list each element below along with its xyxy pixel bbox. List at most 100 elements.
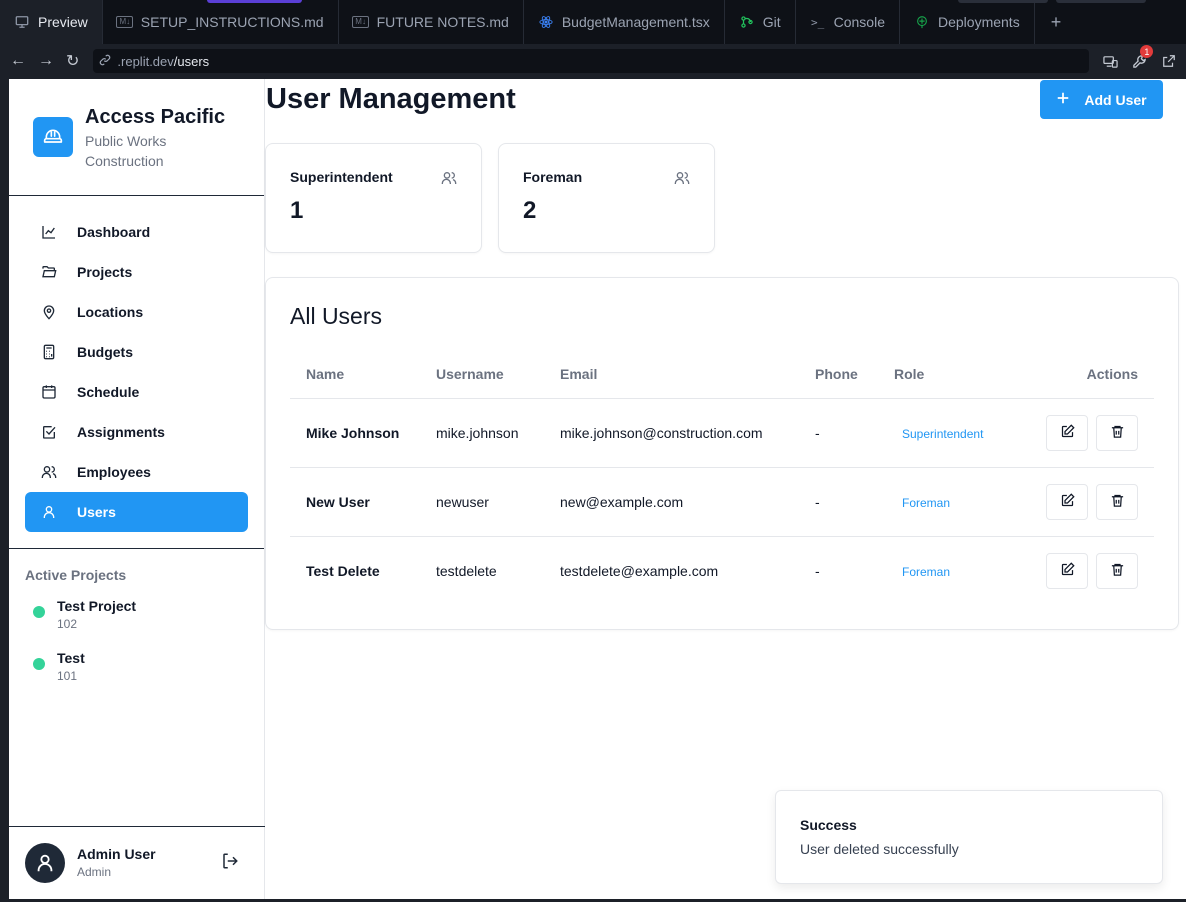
current-user-role: Admin bbox=[77, 865, 112, 879]
logout-icon[interactable] bbox=[221, 852, 239, 875]
reload-icon[interactable]: ↻ bbox=[66, 51, 79, 71]
brand-subtitle-line1: Public Works bbox=[85, 133, 167, 149]
sidebar-item-label: Dashboard bbox=[77, 224, 151, 240]
sidebar-item-locations[interactable]: Locations bbox=[25, 292, 248, 332]
user-name: Mike Johnson bbox=[290, 398, 420, 468]
sidebar-item-label: Users bbox=[77, 504, 116, 520]
column-header-email: Email bbox=[544, 350, 799, 399]
edit-icon bbox=[1060, 492, 1075, 511]
active-projects-section: Active Projects Test Project 102 Test 10… bbox=[9, 549, 264, 701]
role-badge: Foreman bbox=[902, 564, 951, 579]
stat-label: Superintendent bbox=[290, 169, 393, 185]
tab-label: SETUP_INSTRUCTIONS.md bbox=[140, 14, 324, 30]
column-header-name: Name bbox=[290, 350, 420, 399]
all-users-card: All Users Name Username Email Phone Role… bbox=[265, 277, 1179, 630]
url-host: .replit.dev bbox=[117, 53, 174, 69]
map-pin-icon bbox=[41, 304, 57, 320]
delete-button[interactable] bbox=[1096, 483, 1138, 520]
delete-button[interactable] bbox=[1096, 552, 1138, 589]
main-content: User Management Add User Superintendent … bbox=[265, 79, 1186, 899]
current-user-panel: Admin User Admin bbox=[9, 826, 265, 899]
edit-button[interactable] bbox=[1046, 552, 1088, 589]
brand-header: Access Pacific Public Works Construction bbox=[9, 79, 264, 196]
user-username: mike.johnson bbox=[420, 398, 544, 468]
folder-open-icon bbox=[41, 264, 57, 280]
user-email: new@example.com bbox=[544, 467, 799, 537]
tab-setup-instructions[interactable]: M↓ SETUP_INSTRUCTIONS.md bbox=[103, 0, 339, 44]
sidebar-item-label: Employees bbox=[77, 464, 151, 480]
column-header-role: Role bbox=[878, 350, 1008, 399]
status-dot bbox=[33, 606, 45, 618]
sidebar-item-schedule[interactable]: Schedule bbox=[25, 372, 248, 412]
sidebar-item-assignments[interactable]: Assignments bbox=[25, 412, 248, 452]
users-icon bbox=[674, 170, 690, 191]
table-row: New User newuser new@example.com - Forem… bbox=[290, 467, 1154, 537]
terminal-icon: >_ bbox=[810, 15, 825, 29]
tab-preview[interactable]: Preview bbox=[0, 0, 103, 44]
url-path: /users bbox=[173, 53, 210, 69]
sidebar-item-dashboard[interactable]: Dashboard bbox=[25, 212, 248, 252]
back-arrow-icon[interactable]: ← bbox=[10, 52, 26, 70]
trash-icon bbox=[1110, 424, 1125, 442]
brand-title: Access Pacific bbox=[85, 106, 226, 128]
current-user-name: Admin User bbox=[77, 846, 156, 862]
sidebar-item-label: Assignments bbox=[77, 424, 165, 440]
brand-subtitle-line2: Construction bbox=[85, 153, 164, 169]
tab-label: Preview bbox=[38, 14, 88, 30]
sidebar-item-employees[interactable]: Employees bbox=[25, 452, 248, 492]
tab-label: Deployments bbox=[937, 14, 1020, 30]
calendar-icon bbox=[41, 384, 57, 400]
tab-label: Git bbox=[762, 14, 781, 30]
edit-button[interactable] bbox=[1046, 483, 1088, 520]
edit-button[interactable] bbox=[1046, 414, 1088, 451]
plus-icon bbox=[1056, 91, 1070, 108]
tab-budget-management[interactable]: BudgetManagement.tsx bbox=[524, 0, 725, 44]
edit-icon bbox=[1060, 562, 1075, 580]
add-user-label: Add User bbox=[1084, 91, 1147, 108]
sidebar-item-label: Schedule bbox=[77, 384, 140, 400]
link-icon bbox=[99, 54, 111, 69]
stat-card-superintendent: Superintendent 1 bbox=[265, 143, 482, 253]
trash-icon bbox=[1110, 493, 1125, 511]
user-username: testdelete bbox=[436, 562, 497, 579]
project-name: Test bbox=[57, 650, 85, 666]
column-header-username: Username bbox=[420, 350, 544, 399]
add-user-button[interactable]: Add User bbox=[1040, 80, 1163, 119]
markdown-icon: M↓ bbox=[352, 14, 369, 30]
add-tab-button[interactable]: + bbox=[1035, 0, 1078, 44]
tab-right-decor bbox=[958, 0, 1146, 3]
tab-deployments[interactable]: Deployments bbox=[900, 0, 1035, 44]
user-phone: - bbox=[799, 467, 878, 537]
active-project-item[interactable]: Test 101 bbox=[25, 649, 248, 701]
preview-url-bar: ← → ↻ .replit.dev/users 1 bbox=[0, 44, 1186, 78]
checkbox-icon bbox=[41, 424, 57, 440]
notification-badge: 1 bbox=[1140, 45, 1154, 58]
sidebar-item-users[interactable]: Users bbox=[25, 492, 248, 532]
devices-icon[interactable] bbox=[1103, 52, 1119, 70]
stat-value: 1 bbox=[290, 197, 304, 224]
app-preview: Access Pacific Public Works Construction… bbox=[9, 79, 1186, 899]
sidebar-item-budgets[interactable]: Budgets bbox=[25, 332, 248, 372]
avatar[interactable] bbox=[25, 843, 65, 883]
tab-label: BudgetManagement.tsx bbox=[561, 14, 710, 30]
sidebar-item-projects[interactable]: Projects bbox=[25, 252, 248, 292]
status-dot bbox=[33, 658, 45, 670]
wrench-icon[interactable]: 1 bbox=[1132, 45, 1154, 70]
monitor-icon bbox=[14, 14, 30, 30]
tab-future-notes[interactable]: M↓ FUTURE NOTES.md bbox=[339, 0, 524, 44]
users-table: Name Username Email Phone Role Actions M… bbox=[290, 350, 1154, 605]
tab-label: FUTURE NOTES.md bbox=[376, 14, 509, 30]
tab-git[interactable]: Git bbox=[725, 0, 796, 44]
project-number: 101 bbox=[57, 669, 78, 683]
user-username: newuser bbox=[420, 467, 544, 537]
trash-icon bbox=[1110, 562, 1125, 580]
external-link-icon[interactable] bbox=[1161, 52, 1176, 70]
column-header-actions: Actions bbox=[1008, 350, 1154, 399]
forward-arrow-icon[interactable]: → bbox=[38, 52, 54, 70]
tab-console[interactable]: >_ Console bbox=[796, 0, 900, 44]
page-title: User Management bbox=[266, 83, 516, 115]
delete-button[interactable] bbox=[1096, 414, 1138, 451]
url-input[interactable]: .replit.dev/users bbox=[93, 49, 1090, 73]
active-project-item[interactable]: Test Project 102 bbox=[25, 597, 248, 649]
success-toast[interactable]: Success User deleted successfully bbox=[775, 790, 1163, 884]
